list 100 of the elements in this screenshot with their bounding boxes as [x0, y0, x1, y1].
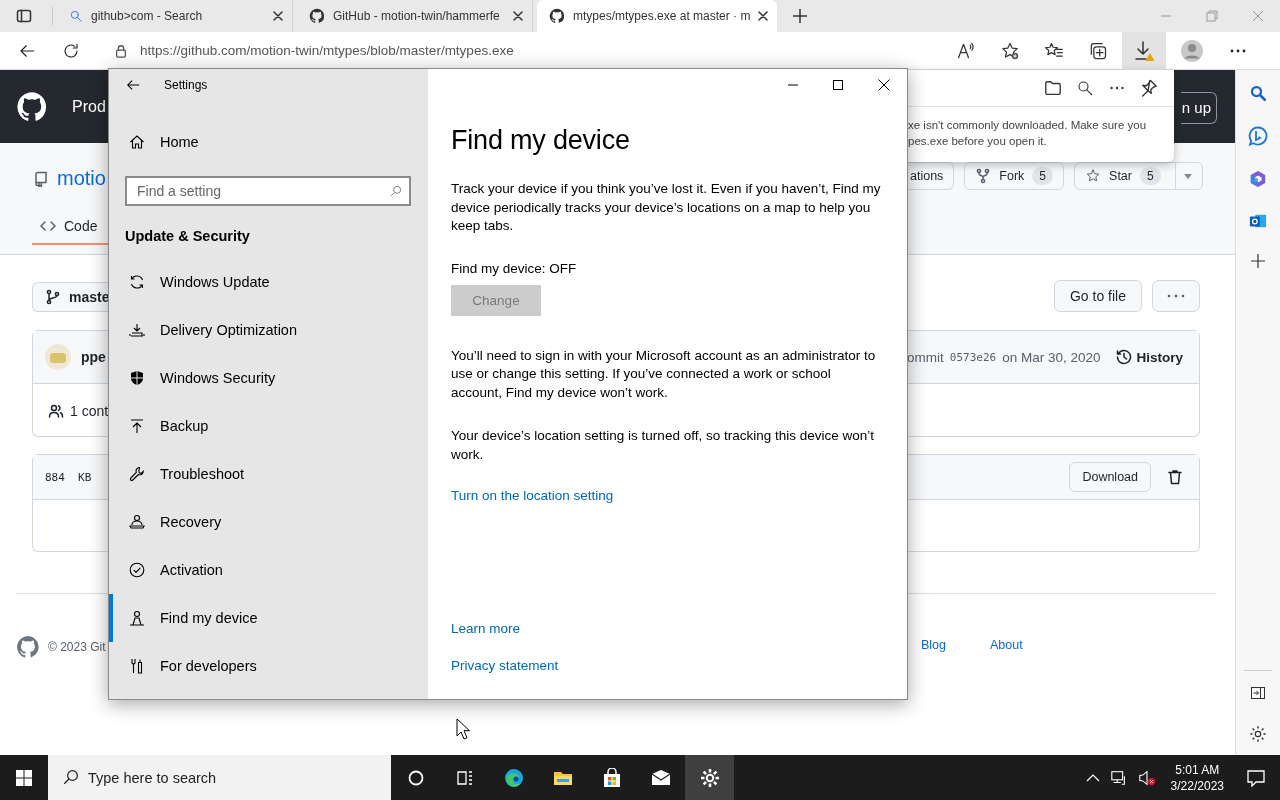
footer-link[interactable]: About	[990, 638, 1023, 652]
taskbar-search-field[interactable]: Type here to search	[48, 755, 391, 800]
shield-icon	[129, 370, 145, 386]
repo-action-button[interactable]: ations	[908, 162, 955, 190]
github-logo-icon	[549, 8, 565, 24]
nav-item[interactable]: Windows Update	[109, 258, 428, 306]
nav-item[interactable]: Windows Security	[109, 354, 428, 402]
browser-tab[interactable]: mtypes/mtypes.exe at master · m	[537, 0, 778, 32]
code-icon	[40, 218, 56, 234]
cursor-icon	[456, 718, 470, 740]
search-icon[interactable]	[1076, 79, 1094, 97]
github-logo-icon[interactable]	[16, 90, 48, 123]
close-icon[interactable]	[273, 11, 283, 21]
file-size: 884 KB	[45, 470, 92, 484]
star-icon	[1085, 168, 1102, 184]
nav-item[interactable]: For developers	[109, 642, 428, 690]
repo-action-button[interactable]: Star 5	[1074, 162, 1203, 190]
wrench-icon	[129, 466, 145, 482]
nav-item[interactable]: Find my device	[109, 594, 428, 642]
tab-title: mtypes/mtypes.exe at master · m	[573, 9, 751, 23]
profile-icon[interactable]	[1180, 38, 1204, 63]
close-icon[interactable]	[758, 11, 769, 21]
windows-logo-icon	[16, 769, 32, 786]
settings-icon[interactable]	[1249, 725, 1267, 743]
status-text: Find my device: OFF	[451, 260, 578, 276]
lock-icon	[114, 43, 128, 58]
author-link[interactable]: ppe	[81, 349, 106, 365]
nav-item[interactable]: Recovery	[109, 498, 428, 546]
repo-link[interactable]: motio	[57, 167, 106, 190]
description-text: Your device’s location setting is turned off, so tracking this device won’t work.	[451, 427, 875, 464]
gear-icon	[699, 767, 720, 788]
nav-item[interactable]: Activation	[109, 546, 428, 594]
browser-icon	[503, 767, 524, 788]
clock[interactable]: 5:01 AM 3/22/2023	[1170, 761, 1224, 794]
refresh-icon[interactable]	[62, 41, 80, 60]
mail-app-icon[interactable]	[1249, 212, 1267, 230]
network-icon[interactable]	[1109, 768, 1128, 787]
nav-link[interactable]: Prod	[72, 97, 106, 116]
footer-link[interactable]: Blog	[921, 638, 947, 652]
download-warning-icon[interactable]	[1122, 31, 1166, 70]
read-aloud-icon[interactable]	[956, 40, 976, 61]
caret-icon[interactable]	[1183, 172, 1192, 180]
chat-bubble-icon[interactable]	[1248, 126, 1268, 146]
help-link[interactable]: Privacy statement	[451, 658, 559, 673]
pin-icon[interactable]	[1140, 79, 1158, 97]
window-title: Settings	[164, 78, 208, 92]
sync-icon	[129, 274, 145, 290]
search-icon	[69, 9, 83, 23]
search-field[interactable]: Find a setting	[125, 176, 411, 206]
counter: 5	[1140, 167, 1161, 185]
search-icon	[389, 184, 403, 198]
hexagon-icon[interactable]	[1249, 170, 1267, 188]
fork-icon	[975, 168, 992, 184]
commit-text: ommit	[907, 349, 944, 365]
tab-title: github>com - Search	[91, 9, 204, 23]
warning-text: pes.exe before you open it.	[908, 134, 1048, 149]
people-icon	[48, 403, 64, 419]
tab-actions-icon[interactable]	[16, 8, 32, 24]
nav-item[interactable]: Troubleshoot	[109, 450, 428, 498]
location-link[interactable]: Turn on the location setting	[451, 488, 614, 503]
branch-icon	[45, 289, 61, 305]
add-favorite-icon[interactable]	[1000, 40, 1020, 61]
nav-item[interactable]: Delivery Optimization	[109, 306, 428, 354]
help-link[interactable]: Learn more	[451, 621, 521, 636]
nav-item[interactable]: Home	[109, 118, 428, 166]
folder-icon[interactable]	[1044, 79, 1062, 97]
trash-icon[interactable]	[1167, 469, 1183, 485]
github-logo-icon	[309, 8, 325, 24]
arrow-up-icon	[129, 418, 145, 434]
section-heading: Update & Security	[125, 228, 251, 244]
history-link[interactable]: History	[1116, 349, 1183, 365]
download-button[interactable]: Download	[1069, 462, 1151, 492]
envelope-icon	[650, 767, 671, 788]
close-icon[interactable]	[513, 11, 523, 21]
split-screen-icon[interactable]	[1250, 685, 1266, 701]
commit-date: on Mar 30, 2020	[1002, 349, 1101, 365]
notification-icon[interactable]	[1246, 767, 1266, 788]
description-text: Track your device if you think you’ve lost it. Even if you haven’t, Find my device periodically tracks your device’s locations on a map to help you keep tabs.	[451, 180, 881, 235]
person-icon	[129, 610, 145, 626]
maximize-icon[interactable]	[833, 80, 843, 90]
home-icon	[129, 134, 145, 150]
close-icon[interactable]	[878, 79, 890, 91]
page-title: Find my device	[451, 125, 631, 156]
search-icon[interactable]	[1249, 84, 1267, 102]
repo-action-button[interactable]: Fork 5	[964, 162, 1065, 190]
nav-item[interactable]: Backup	[109, 402, 428, 450]
new-tab-icon[interactable]	[793, 9, 808, 23]
copyright-text: © 2023 Git	[48, 640, 106, 654]
warning-text: xe isn't commonly downloaded. Make sure you	[908, 118, 1148, 133]
commit-hash[interactable]: 0573e26	[949, 350, 997, 364]
sign-up-button[interactable]: n up	[1180, 91, 1217, 124]
contributors-link[interactable]: 1 cont	[70, 403, 108, 419]
clock-icon	[1116, 349, 1133, 365]
taskbar-app[interactable]	[685, 755, 734, 800]
go-to-file-button[interactable]: Go to file	[1053, 280, 1142, 312]
plus-icon[interactable]	[1251, 254, 1265, 268]
collections-icon[interactable]	[1088, 40, 1108, 61]
back-icon[interactable]	[126, 78, 140, 92]
tools-icon	[129, 658, 145, 674]
speaker-muted-icon[interactable]	[1137, 768, 1156, 787]
